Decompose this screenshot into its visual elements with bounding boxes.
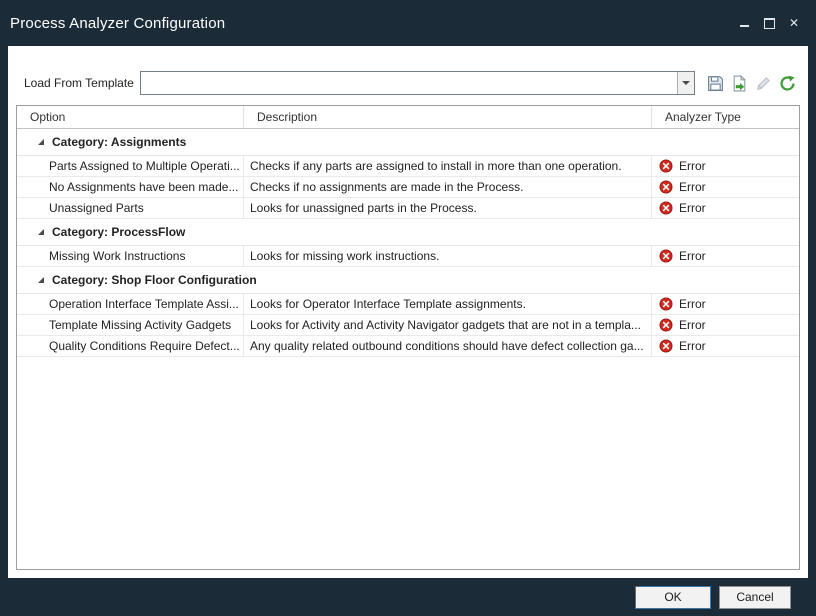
grid-header: Option Description Analyzer Type [17, 106, 799, 129]
analyzer-type-cell: Error [652, 246, 799, 266]
option-row[interactable]: Operation Interface Template Assi... Loo… [17, 294, 799, 315]
category-label: Category: ProcessFlow [52, 225, 185, 239]
template-combo-input[interactable] [141, 72, 677, 94]
edit-icon [755, 75, 772, 92]
column-header-analyzer-type[interactable]: Analyzer Type [652, 106, 799, 128]
category-label: Category: Shop Floor Configuration [52, 273, 257, 287]
category-group-row[interactable]: Category: ProcessFlow [17, 219, 799, 246]
column-header-description[interactable]: Description [244, 106, 652, 128]
error-icon [659, 297, 673, 311]
titlebar[interactable]: Process Analyzer Configuration ✕ [0, 0, 816, 46]
analyzer-type-cell: Error [652, 177, 799, 197]
analyzer-type-label: Error [679, 318, 706, 332]
description-cell: Looks for unassigned parts in the Proces… [244, 198, 652, 218]
error-icon [659, 159, 673, 173]
group-expander-icon[interactable] [37, 228, 45, 236]
refresh-button[interactable] [776, 72, 798, 94]
minimize-button[interactable] [736, 15, 752, 31]
analyzer-type-cell: Error [652, 156, 799, 176]
column-header-option[interactable]: Option [17, 106, 244, 128]
analyzer-type-cell: Error [652, 315, 799, 335]
chevron-down-icon [682, 81, 690, 85]
analyzer-type-label: Error [679, 159, 706, 173]
analyzer-type-cell: Error [652, 336, 799, 356]
analyzer-type-label: Error [679, 180, 706, 194]
option-row[interactable]: Template Missing Activity Gadgets Looks … [17, 315, 799, 336]
template-combobox[interactable] [140, 71, 695, 95]
window-title: Process Analyzer Configuration [10, 15, 225, 32]
option-cell: Parts Assigned to Multiple Operati... [17, 156, 244, 176]
error-icon [659, 180, 673, 194]
load-template-toolbar: Load From Template [8, 46, 808, 105]
error-icon [659, 201, 673, 215]
description-cell: Checks if no assignments are made in the… [244, 177, 652, 197]
analyzer-options-grid: Option Description Analyzer Type Categor… [16, 105, 800, 570]
ok-button[interactable]: OK [635, 586, 711, 609]
group-expander-icon[interactable] [37, 138, 45, 146]
option-row[interactable]: Unassigned Parts Looks for unassigned pa… [17, 198, 799, 219]
save-icon [707, 75, 724, 92]
maximize-icon [764, 18, 775, 29]
option-cell: Missing Work Instructions [17, 246, 244, 266]
description-cell: Looks for Operator Interface Template as… [244, 294, 652, 314]
option-cell: No Assignments have been made... [17, 177, 244, 197]
maximize-button[interactable] [761, 15, 777, 31]
analyzer-type-label: Error [679, 339, 706, 353]
dialog-content: Load From Template [8, 46, 808, 578]
error-icon [659, 318, 673, 332]
cancel-button[interactable]: Cancel [719, 586, 791, 609]
category-label: Category: Assignments [52, 135, 186, 149]
option-row[interactable]: Parts Assigned to Multiple Operati... Ch… [17, 156, 799, 177]
description-cell: Looks for Activity and Activity Navigato… [244, 315, 652, 335]
option-cell: Unassigned Parts [17, 198, 244, 218]
load-template-button[interactable] [728, 72, 750, 94]
analyzer-type-label: Error [679, 249, 706, 263]
option-row[interactable]: No Assignments have been made... Checks … [17, 177, 799, 198]
analyzer-type-label: Error [679, 297, 706, 311]
template-combo-dropdown-button[interactable] [677, 72, 694, 94]
description-cell: Looks for missing work instructions. [244, 246, 652, 266]
option-cell: Operation Interface Template Assi... [17, 294, 244, 314]
analyzer-type-cell: Error [652, 294, 799, 314]
error-icon [659, 339, 673, 353]
description-cell: Checks if any parts are assigned to inst… [244, 156, 652, 176]
edit-template-button [752, 72, 774, 94]
minimize-icon [740, 25, 749, 27]
refresh-icon [779, 75, 796, 92]
category-group-row[interactable]: Category: Assignments [17, 129, 799, 156]
option-row[interactable]: Quality Conditions Require Defect... Any… [17, 336, 799, 357]
window-controls: ✕ [736, 15, 806, 31]
error-icon [659, 249, 673, 263]
analyzer-type-cell: Error [652, 198, 799, 218]
close-icon: ✕ [789, 17, 799, 29]
category-group-row[interactable]: Category: Shop Floor Configuration [17, 267, 799, 294]
close-button[interactable]: ✕ [786, 15, 802, 31]
save-template-button[interactable] [704, 72, 726, 94]
group-expander-icon[interactable] [37, 276, 45, 284]
option-row[interactable]: Missing Work Instructions Looks for miss… [17, 246, 799, 267]
load-from-template-label: Load From Template [24, 76, 134, 90]
description-cell: Any quality related outbound conditions … [244, 336, 652, 356]
analyzer-type-label: Error [679, 201, 706, 215]
process-analyzer-configuration-window: Process Analyzer Configuration ✕ Load Fr… [0, 0, 816, 616]
load-template-icon [731, 75, 748, 92]
grid-empty-area [17, 357, 799, 569]
option-cell: Quality Conditions Require Defect... [17, 336, 244, 356]
option-cell: Template Missing Activity Gadgets [17, 315, 244, 335]
dialog-footer: OK Cancel [0, 578, 816, 616]
